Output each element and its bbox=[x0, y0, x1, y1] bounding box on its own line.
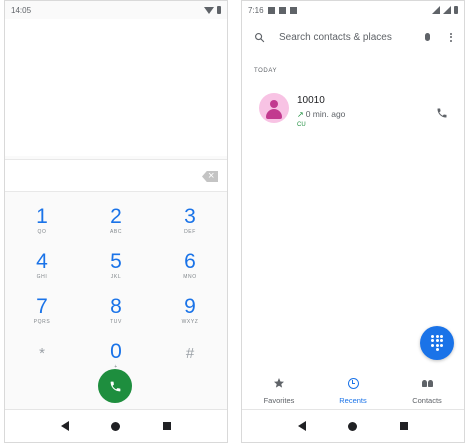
tab-favorites[interactable]: Favorites bbox=[244, 376, 314, 411]
battery-icon bbox=[454, 6, 458, 14]
bottom-tab-bar: Favorites Recents Contacts bbox=[242, 376, 464, 411]
key-8[interactable]: 8 TUV bbox=[79, 296, 153, 332]
nav-home-icon[interactable] bbox=[348, 421, 358, 431]
image-notification-icon bbox=[267, 6, 275, 14]
key-3[interactable]: 3 DEF bbox=[153, 206, 227, 242]
call-log-item[interactable]: 10010 ↗ 0 min. ago CU bbox=[259, 92, 450, 132]
call-time: 0 min. ago bbox=[305, 109, 346, 119]
wifi-icon bbox=[204, 6, 214, 14]
system-nav-bar bbox=[242, 409, 464, 442]
status-time: 7:16 bbox=[248, 5, 264, 15]
more-options-icon[interactable] bbox=[450, 32, 452, 42]
key-1[interactable]: 1 QO bbox=[5, 206, 79, 242]
dialer-blank-area bbox=[5, 19, 227, 156]
backspace-icon[interactable] bbox=[202, 171, 218, 182]
tab-recents[interactable]: Recents bbox=[318, 376, 388, 411]
key-5[interactable]: 5 JKL bbox=[79, 251, 153, 287]
signal-icon-2 bbox=[443, 6, 451, 14]
search-icon bbox=[255, 32, 265, 42]
sim-label: CU bbox=[297, 122, 306, 128]
key-7[interactable]: 7 PQRS bbox=[5, 296, 79, 332]
key-6[interactable]: 6 MNO bbox=[153, 251, 227, 287]
notification-icon bbox=[278, 6, 286, 14]
key-star[interactable]: * bbox=[5, 341, 79, 377]
status-time: 14:05 bbox=[11, 5, 32, 15]
nav-recents-icon[interactable] bbox=[162, 422, 171, 430]
system-nav-bar bbox=[5, 409, 227, 442]
key-9[interactable]: 9 WXYZ bbox=[153, 296, 227, 332]
nav-back-icon[interactable] bbox=[61, 421, 70, 431]
key-hash[interactable]: # bbox=[153, 341, 227, 377]
phone-icon bbox=[437, 108, 447, 118]
sim-notification-icon bbox=[289, 6, 297, 14]
key-4[interactable]: 4 GHI bbox=[5, 251, 79, 287]
search-bar[interactable]: Search contacts & places bbox=[242, 23, 464, 51]
key-2[interactable]: 2 ABC bbox=[79, 206, 153, 242]
nav-back-icon[interactable] bbox=[298, 421, 307, 431]
nav-recents-icon[interactable] bbox=[399, 422, 408, 430]
phone-icon bbox=[110, 381, 120, 391]
search-input[interactable]: Search contacts & places bbox=[279, 32, 425, 43]
battery-icon bbox=[217, 6, 221, 14]
dialpad-fab[interactable] bbox=[420, 326, 454, 360]
status-bar: 7:16 bbox=[242, 1, 464, 19]
recents-screen: 7:16 Search contacts & places TODAY 1001… bbox=[241, 0, 465, 443]
call-button[interactable] bbox=[98, 369, 132, 403]
outgoing-call-arrow-icon: ↗ bbox=[297, 109, 304, 119]
callback-button[interactable] bbox=[436, 106, 448, 124]
nav-home-icon[interactable] bbox=[111, 421, 121, 431]
caller-number: 10010 bbox=[297, 95, 325, 106]
signal-icon bbox=[432, 6, 440, 14]
people-icon bbox=[421, 379, 433, 387]
status-bar: 14:05 bbox=[5, 1, 227, 19]
dial-number-field[interactable] bbox=[5, 159, 227, 192]
star-icon bbox=[273, 376, 285, 390]
dialpad: 1 QO 2 ABC 3 DEF 4 GHI 5 JKL 6 MNO 7 PQR… bbox=[5, 206, 227, 377]
mic-icon[interactable] bbox=[425, 33, 430, 41]
dialer-screen: 14:05 1 QO 2 ABC 3 DEF 4 GHI 5 JKL bbox=[4, 0, 228, 443]
tab-contacts[interactable]: Contacts bbox=[392, 376, 462, 411]
section-header-today: TODAY bbox=[254, 68, 278, 74]
avatar bbox=[259, 93, 289, 123]
clock-icon bbox=[347, 377, 359, 389]
